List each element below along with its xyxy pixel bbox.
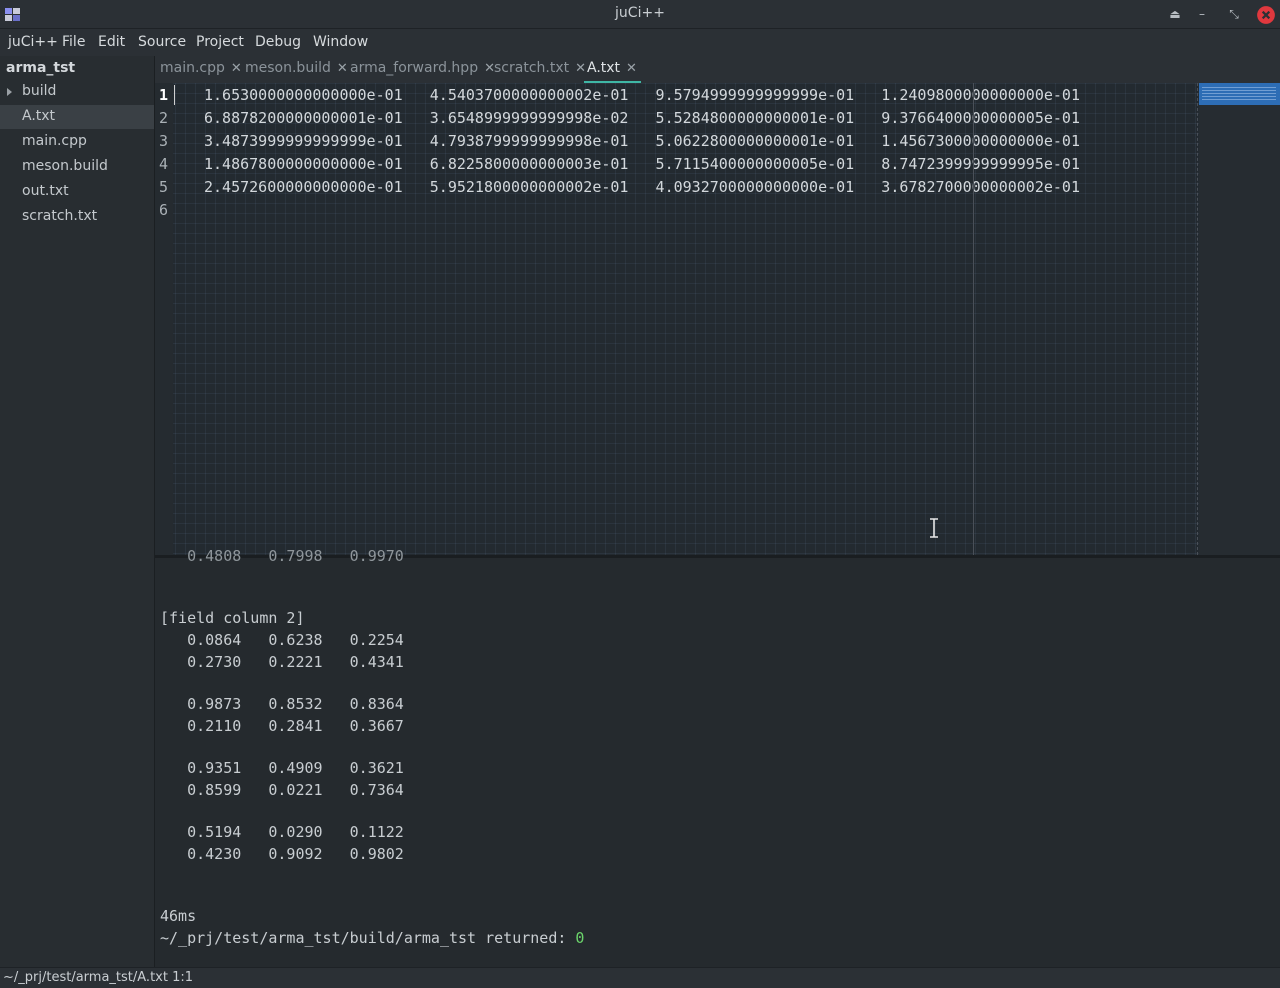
sidebar-item-main-cpp[interactable]: main.cpp (0, 130, 154, 154)
sidebar-item-build[interactable]: build (0, 80, 154, 104)
tab-arma-forward-hpp[interactable]: arma_forward.hpp ✕ (350, 60, 495, 80)
tab-main-cpp[interactable]: main.cpp ✕ (160, 60, 242, 80)
sidebar-item-label: A.txt (22, 108, 56, 124)
tab-scratch-txt[interactable]: scratch.txt ✕ (494, 60, 586, 80)
terminal-line: 0.2110 0.2841 0.3667 (160, 717, 404, 735)
sidebar-item-label: out.txt (22, 183, 69, 199)
tab-label: A.txt (587, 60, 621, 76)
menu-jucipp[interactable]: juCi++ (8, 34, 58, 50)
code-line: 1.6530000000000000e-01 4.540370000000000… (204, 86, 1080, 104)
minimap-line (1202, 87, 1276, 88)
project-sidebar: arma_tst build A.txt main.cpp meson.buil… (0, 56, 155, 967)
sidebar-item-a-txt[interactable]: A.txt (0, 105, 154, 129)
line-number: 2 (159, 109, 169, 127)
text-editor[interactable]: 1 2 3 4 5 6 1.6530000000000000e-01 4.540… (155, 83, 1280, 555)
sidebar-item-label: scratch.txt (22, 208, 98, 224)
text-cursor (174, 85, 175, 105)
terminal-line: 0.4808 0.7998 0.9970 (160, 547, 404, 565)
status-bar: ~/_prj/test/arma_tst/A.txt 1:1 (0, 967, 1280, 988)
minimap-line (1202, 99, 1276, 100)
return-message: ~/_prj/test/arma_tst/build/arma_tst retu… (160, 929, 576, 947)
minimize-button[interactable]: – (1192, 4, 1212, 24)
menu-project[interactable]: Project (196, 34, 244, 50)
menu-file[interactable]: File (62, 34, 85, 50)
code-line: 1.4867800000000000e-01 6.822580000000000… (204, 155, 1080, 173)
minimap-line (1202, 93, 1276, 94)
title-bar: juCi++ ⏏ – ⤡ (0, 0, 1280, 29)
terminal-output[interactable]: 0.4808 0.7998 0.9970 [field column 2] 0.… (155, 547, 1280, 967)
menu-debug[interactable]: Debug (255, 34, 301, 50)
line-number: 1 (159, 86, 169, 104)
tab-label: main.cpp (160, 60, 225, 76)
project-name: arma_tst (6, 60, 76, 76)
text-cursor-ibeam-icon (930, 518, 938, 538)
line-number-gutter: 1 2 3 4 5 6 (155, 83, 173, 555)
line-number: 3 (159, 132, 169, 150)
line-number: 4 (159, 155, 169, 173)
line-number: 5 (159, 178, 169, 196)
column-guide (973, 83, 974, 555)
sidebar-item-label: build (22, 83, 57, 99)
close-window-button[interactable] (1256, 5, 1276, 25)
terminal-line: 0.0864 0.6238 0.2254 (160, 631, 404, 649)
menu-bar: juCi++ File Edit Source Project Debug Wi… (0, 29, 1280, 56)
terminal-line: 0.9873 0.8532 0.8364 (160, 695, 404, 713)
minimap-line (1202, 90, 1276, 91)
status-file-position: ~/_prj/test/arma_tst/A.txt 1:1 (3, 970, 194, 985)
code-line: 2.4572600000000000e-01 5.952180000000000… (204, 178, 1080, 196)
close-icon[interactable]: ✕ (231, 61, 242, 76)
menu-window[interactable]: Window (313, 34, 368, 50)
return-status-line: ~/_prj/test/arma_tst/build/arma_tst retu… (160, 929, 584, 947)
menu-source[interactable]: Source (138, 34, 186, 50)
terminal-line: [field column 2] (160, 609, 305, 627)
code-line: 3.4873999999999999e-01 4.793879999999999… (204, 132, 1080, 150)
terminal-line: 0.9351 0.4909 0.3621 (160, 759, 404, 777)
line-number: 6 (159, 201, 169, 219)
restore-button[interactable]: ⤡ (1224, 4, 1244, 24)
close-icon[interactable]: ✕ (626, 61, 637, 76)
tab-label: arma_forward.hpp (350, 60, 479, 76)
terminal-line: 0.5194 0.0290 0.1122 (160, 823, 404, 841)
sidebar-item-label: main.cpp (22, 133, 87, 149)
sidebar-item-meson-build[interactable]: meson.build (0, 155, 154, 179)
tab-label: meson.build (245, 60, 331, 76)
sidebar-item-out-txt[interactable]: out.txt (0, 180, 154, 204)
terminal-line: 0.4230 0.9092 0.9802 (160, 845, 404, 863)
elapsed-time: 46ms (160, 907, 197, 925)
menu-edit[interactable]: Edit (98, 34, 125, 50)
tab-a-txt[interactable]: A.txt ✕ (584, 60, 641, 84)
close-icon[interactable]: ✕ (575, 61, 586, 76)
terminal-line: 0.2730 0.2221 0.4341 (160, 653, 404, 671)
tab-meson-build[interactable]: meson.build ✕ (245, 60, 348, 80)
code-line: 6.8878200000000001e-01 3.654899999999999… (204, 109, 1080, 127)
tab-bar: main.cpp ✕ meson.build ✕ arma_forward.hpp ✕… (155, 56, 1280, 84)
chevron-right-icon[interactable] (7, 88, 12, 96)
right-margin-guide (1197, 83, 1198, 555)
sidebar-item-label: meson.build (22, 158, 108, 174)
close-icon[interactable]: ✕ (337, 61, 348, 76)
terminal-line: 0.8599 0.0221 0.7364 (160, 781, 404, 799)
minimap-line (1202, 96, 1276, 97)
eject-icon[interactable]: ⏏ (1165, 4, 1185, 24)
window-title: juCi++ (615, 5, 665, 21)
sidebar-item-scratch-txt[interactable]: scratch.txt (0, 205, 154, 229)
return-code: 0 (575, 929, 585, 947)
minimap[interactable] (1199, 83, 1280, 555)
tab-label: scratch.txt (494, 60, 570, 76)
